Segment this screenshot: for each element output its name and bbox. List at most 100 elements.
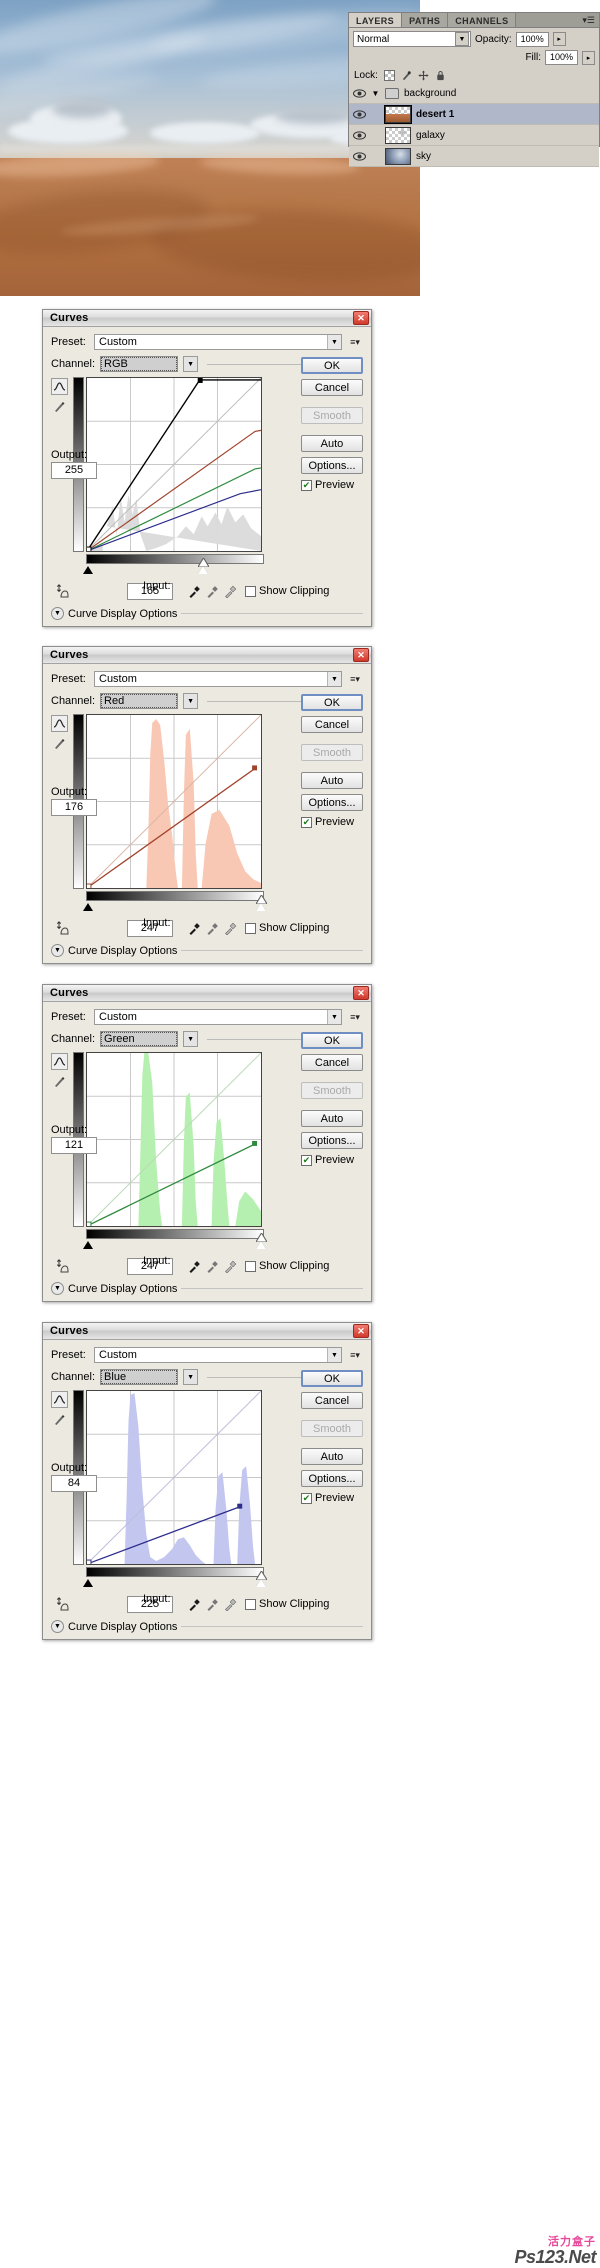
opacity-slider-arrow-icon[interactable]: ▸ [552,32,566,46]
white-point-slider[interactable] [256,895,267,911]
curve-display-options-row[interactable]: ▼ Curve Display Options [51,1620,363,1633]
cancel-button[interactable]: Cancel [301,379,363,396]
white-point-slider[interactable] [256,1233,267,1249]
auto-button[interactable]: Auto [301,1110,363,1127]
white-point-slider[interactable] [256,1571,267,1587]
lock-position-icon[interactable] [418,70,429,81]
show-clipping-checkbox[interactable] [245,585,256,597]
options-button[interactable]: Options... [301,794,363,811]
preset-select[interactable]: Custom ▼ [94,334,342,350]
auto-button[interactable]: Auto [301,1448,363,1465]
curve-plot-red[interactable] [86,714,262,889]
black-point-slider[interactable] [83,1579,93,1587]
draw-pencil-icon[interactable] [51,398,68,415]
curve-display-options-row[interactable]: ▼ Curve Display Options [51,607,363,620]
chevron-down-icon[interactable]: ▼ [51,944,64,957]
preview-checkbox-row[interactable]: ✔ Preview [301,816,363,828]
white-point-eyedropper-icon[interactable] [221,585,239,598]
curve-display-options-row[interactable]: ▼ Curve Display Options [51,1282,363,1295]
fill-input[interactable]: 100% [545,50,578,65]
preview-checkbox-row[interactable]: ✔ Preview [301,479,363,491]
show-clipping-checkbox[interactable] [245,1260,256,1272]
chevron-down-icon[interactable]: ▼ [183,1031,199,1047]
preset-menu-icon[interactable]: ≡▾ [347,1348,363,1363]
curve-pencil-icon[interactable] [51,1053,68,1070]
eye-icon[interactable] [352,87,366,100]
channel-select[interactable]: Red [100,693,179,709]
lock-image-icon[interactable] [401,70,412,81]
curve-pencil-icon[interactable] [51,715,68,732]
preview-checkbox-row[interactable]: ✔ Preview [301,1492,363,1504]
tab-paths[interactable]: PATHS [402,13,449,27]
options-button[interactable]: Options... [301,457,363,474]
chevron-down-icon[interactable]: ▼ [183,356,199,372]
preset-menu-icon[interactable]: ≡▾ [347,335,363,350]
layer-thumbnail-galaxy[interactable] [385,126,411,144]
preset-menu-icon[interactable]: ≡▾ [347,1010,363,1025]
preview-checkbox[interactable]: ✔ [301,816,312,828]
dialog-titlebar[interactable]: Curves ✕ [43,647,371,664]
eye-icon[interactable] [352,129,366,142]
black-point-slider[interactable] [83,566,93,574]
show-clipping-row[interactable]: Show Clipping [245,1260,329,1272]
black-point-eyedropper-icon[interactable] [185,1598,203,1611]
chevron-down-icon[interactable]: ▼ [183,693,199,709]
show-clipping-row[interactable]: Show Clipping [245,1598,329,1610]
preset-select[interactable]: Custom ▼ [94,1347,342,1363]
chevron-down-icon[interactable]: ▼ [327,335,341,349]
chevron-down-icon[interactable]: ▼ [51,1620,64,1633]
ok-button[interactable]: OK [301,694,363,711]
chevron-down-icon[interactable]: ▼ [327,1348,341,1362]
tab-channels[interactable]: CHANNELS [448,13,517,27]
auto-button[interactable]: Auto [301,435,363,452]
black-point-eyedropper-icon[interactable] [185,1260,203,1273]
cancel-button[interactable]: Cancel [301,1392,363,1409]
close-icon[interactable]: ✕ [353,1324,369,1338]
chevron-down-icon[interactable]: ▼ [327,672,341,686]
black-point-slider[interactable] [83,903,93,911]
panel-menu-icon[interactable]: ▾☰ [582,15,595,25]
channel-select[interactable]: RGB [100,356,179,372]
black-point-eyedropper-icon[interactable] [185,922,203,935]
layer-row-galaxy[interactable]: galaxy [349,125,599,146]
cancel-button[interactable]: Cancel [301,716,363,733]
white-point-eyedropper-icon[interactable] [221,922,239,935]
preview-checkbox-row[interactable]: ✔ Preview [301,1154,363,1166]
chevron-down-icon[interactable]: ▼ [455,32,469,46]
dialog-titlebar[interactable]: Curves ✕ [43,985,371,1002]
white-point-eyedropper-icon[interactable] [221,1260,239,1273]
curve-point-hand-icon[interactable] [51,920,73,936]
preset-menu-icon[interactable]: ≡▾ [347,672,363,687]
curve-pencil-icon[interactable] [51,378,68,395]
output-input-green[interactable]: 121 [51,1137,97,1154]
show-clipping-row[interactable]: Show Clipping [245,585,329,597]
curves-dialog-rgb[interactable]: Curves ✕ Preset: Custom ▼ ≡▾ Channel: RG… [42,309,372,627]
white-point-slider[interactable] [198,558,209,574]
tab-layers[interactable]: LAYERS [349,13,403,27]
layer-row-desert-1[interactable]: desert 1 [349,104,599,125]
show-clipping-checkbox[interactable] [245,1598,256,1610]
channel-select[interactable]: Green [100,1031,179,1047]
layer-thumbnail-desert-1[interactable] [384,104,412,124]
gray-point-eyedropper-icon[interactable] [203,1260,221,1273]
ok-button[interactable]: OK [301,1370,363,1387]
black-point-eyedropper-icon[interactable] [185,585,203,598]
curve-plot-green[interactable] [86,1052,262,1227]
preview-checkbox[interactable]: ✔ [301,1154,312,1166]
draw-pencil-icon[interactable] [51,1411,68,1428]
preset-select[interactable]: Custom ▼ [94,1009,342,1025]
curve-point-hand-icon[interactable] [51,1596,73,1612]
eye-icon[interactable] [352,108,366,121]
layer-row-sky[interactable]: sky [349,146,599,167]
show-clipping-row[interactable]: Show Clipping [245,922,329,934]
curve-plot-rgb[interactable] [86,377,262,552]
show-clipping-checkbox[interactable] [245,922,256,934]
fill-slider-arrow-icon[interactable]: ▸ [582,50,595,65]
chevron-down-icon[interactable]: ▼ [183,1369,199,1385]
black-point-slider[interactable] [83,1241,93,1249]
curves-dialog-red[interactable]: Curves ✕ Preset: Custom ▼ ≡▾ Channel: Re… [42,646,372,964]
chevron-down-icon[interactable]: ▼ [51,607,64,620]
eye-icon[interactable] [352,150,366,163]
close-icon[interactable]: ✕ [353,311,369,325]
channel-select[interactable]: Blue [100,1369,179,1385]
